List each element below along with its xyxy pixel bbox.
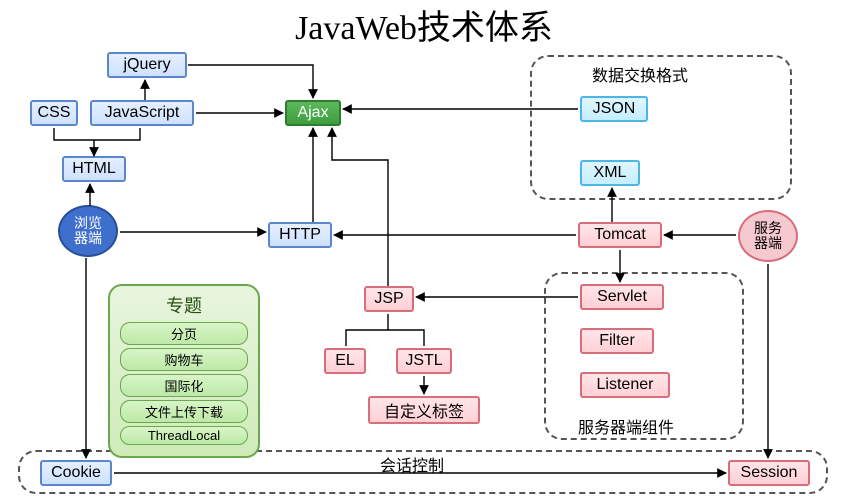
node-browser: 浏览 器端 (58, 205, 118, 257)
node-servlet: Servlet (580, 284, 664, 310)
node-listener: Listener (580, 372, 670, 398)
node-server: 服务 器端 (738, 210, 798, 262)
node-css: CSS (30, 100, 78, 126)
node-custom-tag: 自定义标签 (368, 396, 480, 424)
node-cookie: Cookie (40, 460, 112, 486)
node-filter: Filter (580, 328, 654, 354)
node-jquery: jQuery (107, 52, 187, 78)
topic-item: 购物车 (120, 348, 248, 371)
node-javascript: JavaScript (90, 100, 194, 126)
node-xml: XML (580, 160, 640, 186)
node-el: EL (324, 348, 366, 374)
topics-panel: 专题 分页 购物车 国际化 文件上传下载 ThreadLocal (108, 284, 260, 458)
node-html: HTML (62, 156, 126, 182)
node-json: JSON (580, 96, 648, 122)
node-http: HTTP (268, 222, 332, 248)
topic-item: ThreadLocal (120, 426, 248, 445)
group-data-format-label: 数据交换格式 (592, 62, 688, 86)
node-jsp: JSP (364, 286, 414, 312)
topic-item: 分页 (120, 322, 248, 345)
topic-item: 文件上传下载 (120, 400, 248, 423)
node-jstl: JSTL (396, 348, 452, 374)
node-session: Session (728, 460, 810, 486)
topic-item: 国际化 (120, 374, 248, 397)
group-session-control-label: 会话控制 (380, 452, 444, 476)
node-tomcat: Tomcat (578, 222, 662, 248)
group-server-components-label: 服务器端组件 (578, 414, 674, 438)
node-ajax: Ajax (285, 100, 341, 126)
topics-title: 专题 (120, 292, 248, 318)
diagram-title: JavaWeb技术体系 (0, 0, 848, 49)
